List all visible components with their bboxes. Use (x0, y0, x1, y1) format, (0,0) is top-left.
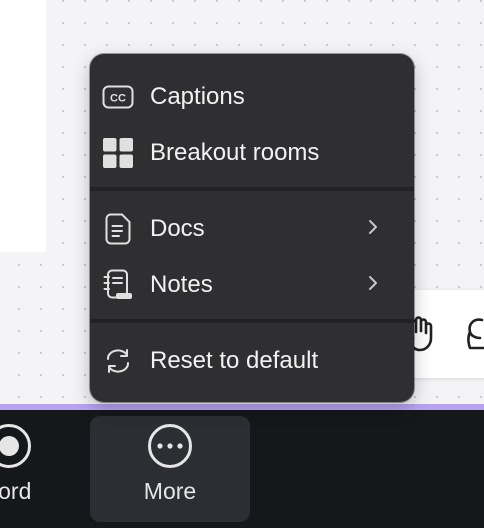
reset-icon (102, 345, 134, 377)
menu-separator (90, 319, 414, 323)
menu-item-label: Docs (150, 215, 205, 242)
more-button[interactable]: More (90, 416, 250, 522)
menu-item-label: Breakout rooms (150, 139, 320, 166)
menu-separator (90, 187, 414, 191)
more-dots-icon (148, 424, 192, 468)
menu-item-reset-to-default[interactable]: Reset to default (90, 336, 414, 386)
notebook-icon (102, 269, 134, 301)
grid-icon (102, 137, 134, 169)
more-options-menu: CC Captions Breakout rooms Docs Notes Re… (90, 54, 414, 402)
record-icon (0, 424, 31, 468)
menu-item-label: Reset to default (150, 347, 319, 374)
chevron-right-icon (366, 271, 380, 299)
menu-item-label: Notes (150, 271, 213, 298)
document-icon (102, 213, 134, 245)
left-panel (0, 0, 46, 252)
record-button-label: cord (0, 478, 32, 504)
chevron-right-icon (366, 215, 380, 243)
menu-item-notes[interactable]: Notes (90, 260, 414, 310)
menu-item-captions[interactable]: CC Captions (90, 72, 414, 122)
lasso-tool-icon[interactable] (462, 314, 484, 357)
record-button[interactable]: cord (0, 416, 54, 522)
closed-captions-icon: CC (102, 81, 134, 113)
more-button-label: More (143, 478, 197, 504)
menu-item-label: Captions (150, 83, 245, 110)
menu-item-breakout-rooms[interactable]: Breakout rooms (90, 128, 414, 178)
menu-item-docs[interactable]: Docs (90, 204, 414, 254)
svg-text:CC: CC (110, 93, 126, 105)
